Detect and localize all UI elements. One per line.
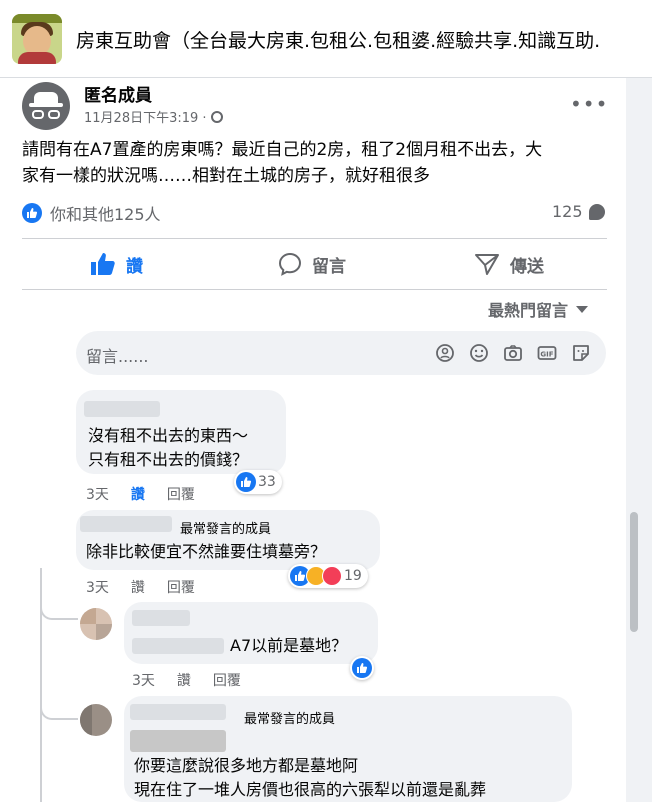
commenter-avatar[interactable] <box>80 704 112 736</box>
blurred-commenter-name <box>80 516 172 532</box>
comment-input[interactable]: 留言...... <box>86 343 149 367</box>
svg-text:GIF: GIF <box>540 351 553 359</box>
commenter-avatar[interactable] <box>80 608 112 640</box>
divider <box>22 238 607 239</box>
caret-down-icon <box>576 305 589 313</box>
comment-reactions[interactable]: 33 <box>234 470 282 494</box>
comment-age[interactable]: 3天 <box>132 670 155 690</box>
anonymous-avatar[interactable] <box>22 82 70 130</box>
blurred-commenter-name <box>132 610 190 626</box>
blurred-commenter-name <box>84 401 160 417</box>
group-title[interactable]: 房東互助會（全台最大房東.包租公.包租婆.經驗共享.知識互助. <box>76 26 600 53</box>
scrollbar[interactable] <box>630 92 640 792</box>
comment-age[interactable]: 3天 <box>86 484 109 504</box>
more-options-icon[interactable]: ••• <box>570 92 608 116</box>
reactions-summary[interactable]: 你和其他125人 <box>22 200 161 226</box>
post-text: 請問有在A7置產的房東嗎？最近自己的2房，租了2個月租不出去，大 家有一樣的狀況… <box>22 140 543 186</box>
comment-actions: 3天 讚 回覆 <box>86 484 195 504</box>
comment-text: 除非比較便宜不然誰要住墳墓旁？ <box>86 542 327 561</box>
reply-connector <box>40 590 78 620</box>
comment-reply-button[interactable]: 回覆 <box>213 670 241 690</box>
post-timestamp[interactable]: 11月28日下午3:19 <box>84 111 198 126</box>
comment-icon <box>278 252 302 276</box>
like-reaction-icon <box>22 203 42 223</box>
comment-actions: 3天 讚 回覆 <box>86 577 195 597</box>
comment-sort-dropdown[interactable]: 最熱門留言 <box>488 297 589 321</box>
sticker-icon[interactable] <box>570 342 592 364</box>
comment-reply-button[interactable]: 回覆 <box>167 577 195 597</box>
like-reaction-icon <box>352 658 372 678</box>
reply-connector <box>40 690 78 720</box>
love-reaction-icon <box>322 566 342 586</box>
comment-reply-button[interactable]: 回覆 <box>167 484 195 504</box>
group-thumbnail[interactable] <box>12 14 62 64</box>
reactions-text: 你和其他125人 <box>50 205 161 224</box>
comment-composer[interactable]: 留言...... GIF <box>76 331 606 375</box>
divider <box>22 289 607 290</box>
avatar-sticker-icon[interactable] <box>434 342 456 364</box>
comment-text: A7以前是墓地？ <box>230 636 348 655</box>
comment-count[interactable]: 125 <box>552 202 605 221</box>
comment-reactions[interactable]: 19 <box>288 564 368 588</box>
comment-text: 沒有租不出去的東西～ 只有租不出去的價錢？ <box>88 426 249 469</box>
comment-age[interactable]: 3天 <box>86 577 109 597</box>
comment-reactions[interactable] <box>350 656 374 680</box>
comment-text: 你要這麼說很多地方都是墓地阿 現在住了一堆人房價也很高的六張犁以前還是亂葬 <box>134 756 487 799</box>
comment-like-button[interactable]: 讚 <box>131 484 145 504</box>
blurred-content <box>130 730 226 752</box>
comment-like-button[interactable]: 讚 <box>131 577 145 597</box>
post-meta: 11月28日下午3:19 · <box>84 107 223 126</box>
post-author[interactable]: 匿名成員 <box>84 81 152 106</box>
comment-button[interactable]: 留言 <box>278 248 346 280</box>
blurred-commenter-name <box>132 638 224 654</box>
top-contributor-badge: 最常發言的成員 <box>180 522 272 537</box>
comment-actions: 3天 讚 回覆 <box>132 670 241 690</box>
comment-like-button[interactable]: 讚 <box>177 670 191 690</box>
top-contributor-badge: 最常發言的成員 <box>244 712 336 727</box>
comment-bubble-icon <box>588 203 605 220</box>
group-header: 房東互助會（全台最大房東.包租公.包租婆.經驗共享.知識互助. <box>0 0 652 78</box>
thumbs-up-icon <box>91 253 115 275</box>
gif-icon[interactable]: GIF <box>536 342 558 364</box>
blurred-commenter-name <box>130 704 226 720</box>
emoji-icon[interactable] <box>468 342 490 364</box>
send-icon <box>475 254 499 275</box>
like-reaction-icon <box>236 472 256 492</box>
members-privacy-icon <box>210 111 223 123</box>
like-button[interactable]: 讚 <box>90 248 143 280</box>
send-button[interactable]: 傳送 <box>474 248 544 280</box>
camera-icon[interactable] <box>502 342 524 364</box>
